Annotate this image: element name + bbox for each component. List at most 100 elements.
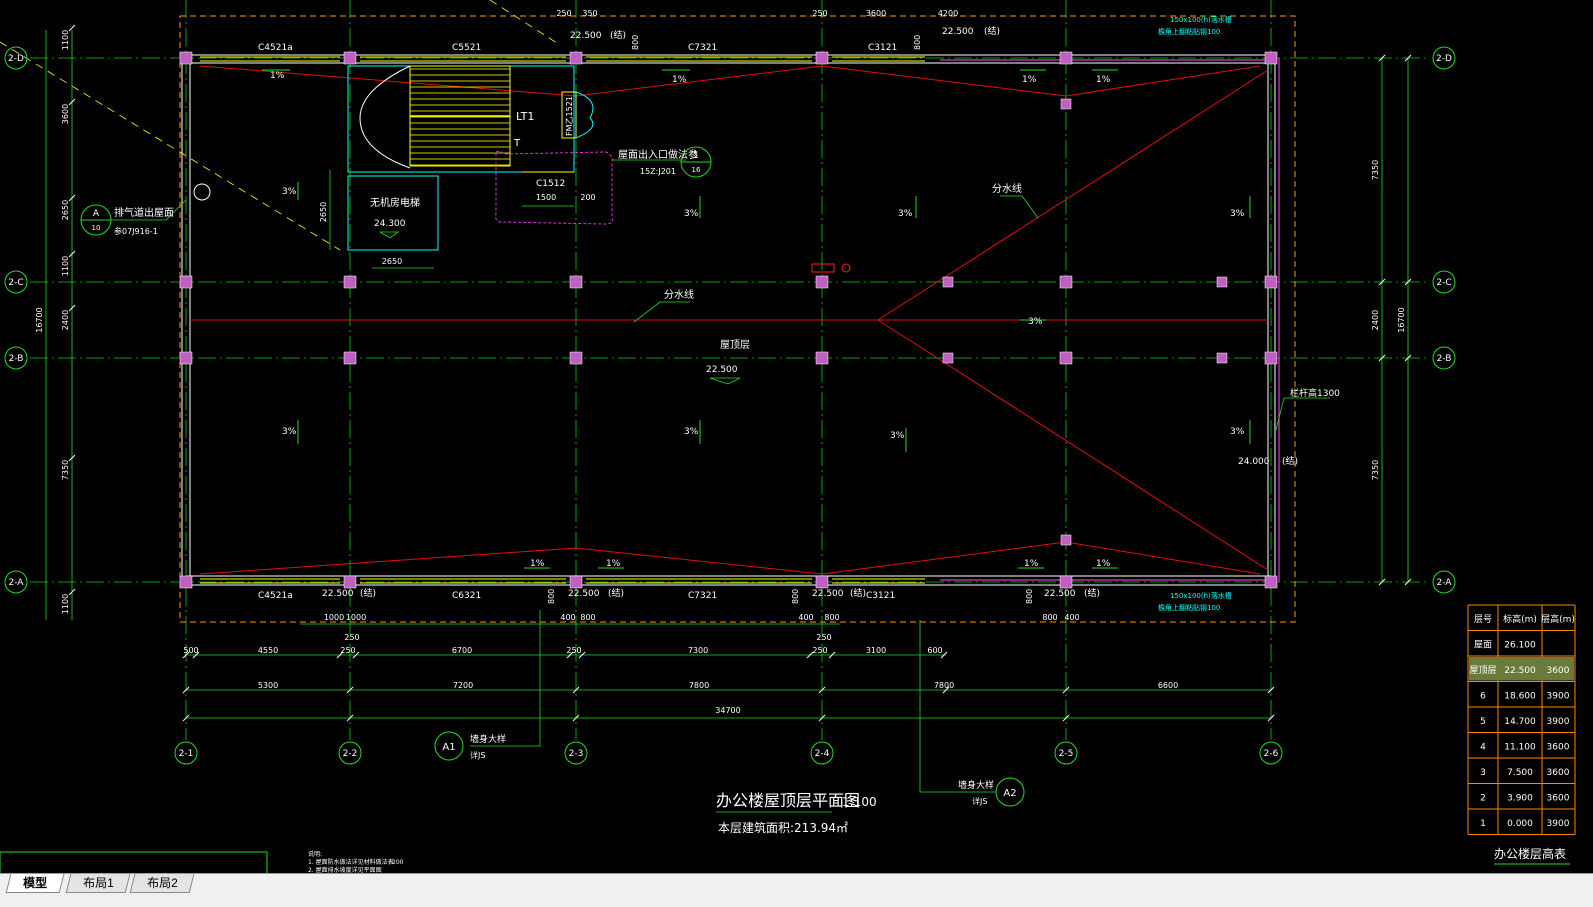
door-label: FM乙1521 <box>565 96 574 136</box>
dim-text-right: 7350 <box>1371 160 1380 180</box>
table-cell: 2 <box>1480 794 1486 804</box>
table-cell: 3900 <box>1547 692 1570 702</box>
column <box>569 351 583 365</box>
table-header: 层号 <box>1474 614 1492 625</box>
area-note: 本层建筑面积:213.94㎡ <box>718 820 848 835</box>
window-label-top-4: C3121 <box>868 43 897 53</box>
dimension-ticks <box>68 24 1412 722</box>
wall-detail-2-ref: 详JS <box>972 796 987 806</box>
ridge-label-2: 分水线 <box>992 182 1022 195</box>
table-cell: 3900 <box>1547 819 1570 829</box>
roof-outline <box>179 15 1296 623</box>
table-cell: 11.100 <box>1504 743 1536 753</box>
elev-tag-3: 22.500 <box>322 589 354 599</box>
struct-tag-2: (结) <box>984 25 1000 37</box>
rail-note: 栏杆高1300 <box>1290 387 1340 399</box>
dim-text-left-total: 16700 <box>35 307 44 332</box>
axis-label-v: 2-4 <box>815 749 830 759</box>
slope-3pct-h: 3% <box>1230 427 1245 437</box>
h800-4: 800 <box>791 589 800 604</box>
column <box>1264 275 1278 289</box>
ridge-label-1: 分水线 <box>664 288 694 301</box>
vent-bubble-top: A <box>93 209 100 219</box>
table-cell: 4 <box>1480 743 1486 753</box>
window-label-top-3: C7321 <box>688 43 717 53</box>
column <box>569 575 583 589</box>
column <box>1059 275 1073 289</box>
dim-text-top: 4200 <box>938 9 958 18</box>
dim-text-right: 7350 <box>1371 460 1380 480</box>
axis-label-h-right: 2-B <box>1437 354 1452 364</box>
dim-text-window: 400 <box>560 613 575 622</box>
dim-text-left: 2400 <box>61 310 70 330</box>
axis-bubbles: 2-1 2-2 2-3 2-4 2-5 2-6 2-D 2-D 2-C 2-C 2-B 2-B 2-A 2… <box>4 46 1456 765</box>
gutter-note-top-2: 檐角上翻粘贴钢100 <box>1158 27 1220 36</box>
window-label-c1512: C1512 <box>536 179 565 189</box>
table-cell: 1 <box>1480 819 1486 829</box>
column <box>815 575 829 589</box>
column <box>1060 98 1072 110</box>
dim-text-window: 1000 <box>324 613 344 622</box>
slope-3pct-c: 3% <box>898 209 913 219</box>
axis-label-h-left: 2-C <box>8 278 23 288</box>
tab-model[interactable]: 模型 <box>5 874 65 893</box>
diagonal-guide-2 <box>489 0 561 46</box>
column <box>343 51 357 65</box>
column <box>942 352 954 364</box>
column <box>1264 51 1278 65</box>
slope-1pct-g: 1% <box>1024 559 1039 569</box>
axis-label-h-left: 2-D <box>8 54 24 64</box>
wall-detail-1: 墙身大样 <box>470 733 506 745</box>
parapet-tag: (结) <box>1282 455 1298 467</box>
tab-layout-1[interactable]: 布局1 <box>65 874 131 893</box>
dim-text-row1: 6700 <box>452 646 472 655</box>
dim-text-left: 1100 <box>61 594 70 614</box>
slope-1pct-c: 1% <box>1022 75 1037 85</box>
table-cell: 5 <box>1480 717 1486 727</box>
window-label-bottom-1: C4521a <box>258 591 293 601</box>
roof-exit-note: 屋面出入口做法参 <box>618 148 698 161</box>
table-cell: 0.000 <box>1507 819 1533 829</box>
axis-label-h-left: 2-A <box>9 578 25 588</box>
notes-value: 200 <box>392 859 404 866</box>
dim-text-stair: 2650 <box>382 257 402 266</box>
column <box>179 351 193 365</box>
column <box>343 351 357 365</box>
dim-text-total: 34700 <box>715 706 740 715</box>
column <box>1059 51 1073 65</box>
roof-label: 屋顶层 <box>720 339 750 351</box>
dim-text-window: 800 <box>824 613 839 622</box>
table-header: 层高(m) <box>1541 613 1575 625</box>
dim-text-window: 250 <box>344 633 359 642</box>
tab-layout-2[interactable]: 布局2 <box>129 874 195 893</box>
window-label-bottom-3: C7321 <box>688 591 717 601</box>
dim-text-row1: 600 <box>927 646 942 655</box>
table-cell: 14.700 <box>1504 717 1536 727</box>
tab-model-label: 模型 <box>23 876 48 890</box>
wall-detail-2-bubble: A2 <box>1003 788 1016 799</box>
elev-tag-6: 22.500 <box>1044 589 1076 599</box>
parapet-elev: 24.000 <box>1238 457 1270 467</box>
elev-tag-4: 22.500 <box>568 589 600 599</box>
level-table: 层号 标高(m) 层高(m) 屋面 26.100 屋顶层 22.500 3600 6 18.600… <box>1467 604 1576 865</box>
dim-text-left: 3600 <box>61 104 70 124</box>
column <box>179 51 193 65</box>
slope-3pct-b: 3% <box>684 209 699 219</box>
slope-1pct-d: 1% <box>1096 75 1111 85</box>
axis-label-h-left: 2-B <box>9 354 24 364</box>
struct-tag-4: (结) <box>608 587 624 599</box>
slope-3pct-f: 3% <box>684 427 699 437</box>
dim-text-left: 1100 <box>61 256 70 276</box>
notes-line-1: 1. 屋面防水做法详见材料做法表 <box>308 858 394 866</box>
column <box>179 575 193 589</box>
table-cell: 3.900 <box>1507 794 1533 804</box>
roof-exit-ref: 15Z:J201 <box>640 167 676 176</box>
gutter-note-bottom-1: 150x100(h)落水槽 <box>1170 591 1232 600</box>
slope-1pct-f: 1% <box>606 559 621 569</box>
dim-text-row1: 250 <box>812 646 827 655</box>
dim-text-right: 2400 <box>1371 310 1380 330</box>
slope-1pct-e: 1% <box>530 559 545 569</box>
column <box>179 275 193 289</box>
dim-text-top: 250 <box>812 9 827 18</box>
drawing-canvas[interactable]: 2-1 2-2 2-3 2-4 2-5 2-6 2-D 2-D 2-C 2-C 2-B 2-B 2-A 2… <box>0 0 1593 880</box>
